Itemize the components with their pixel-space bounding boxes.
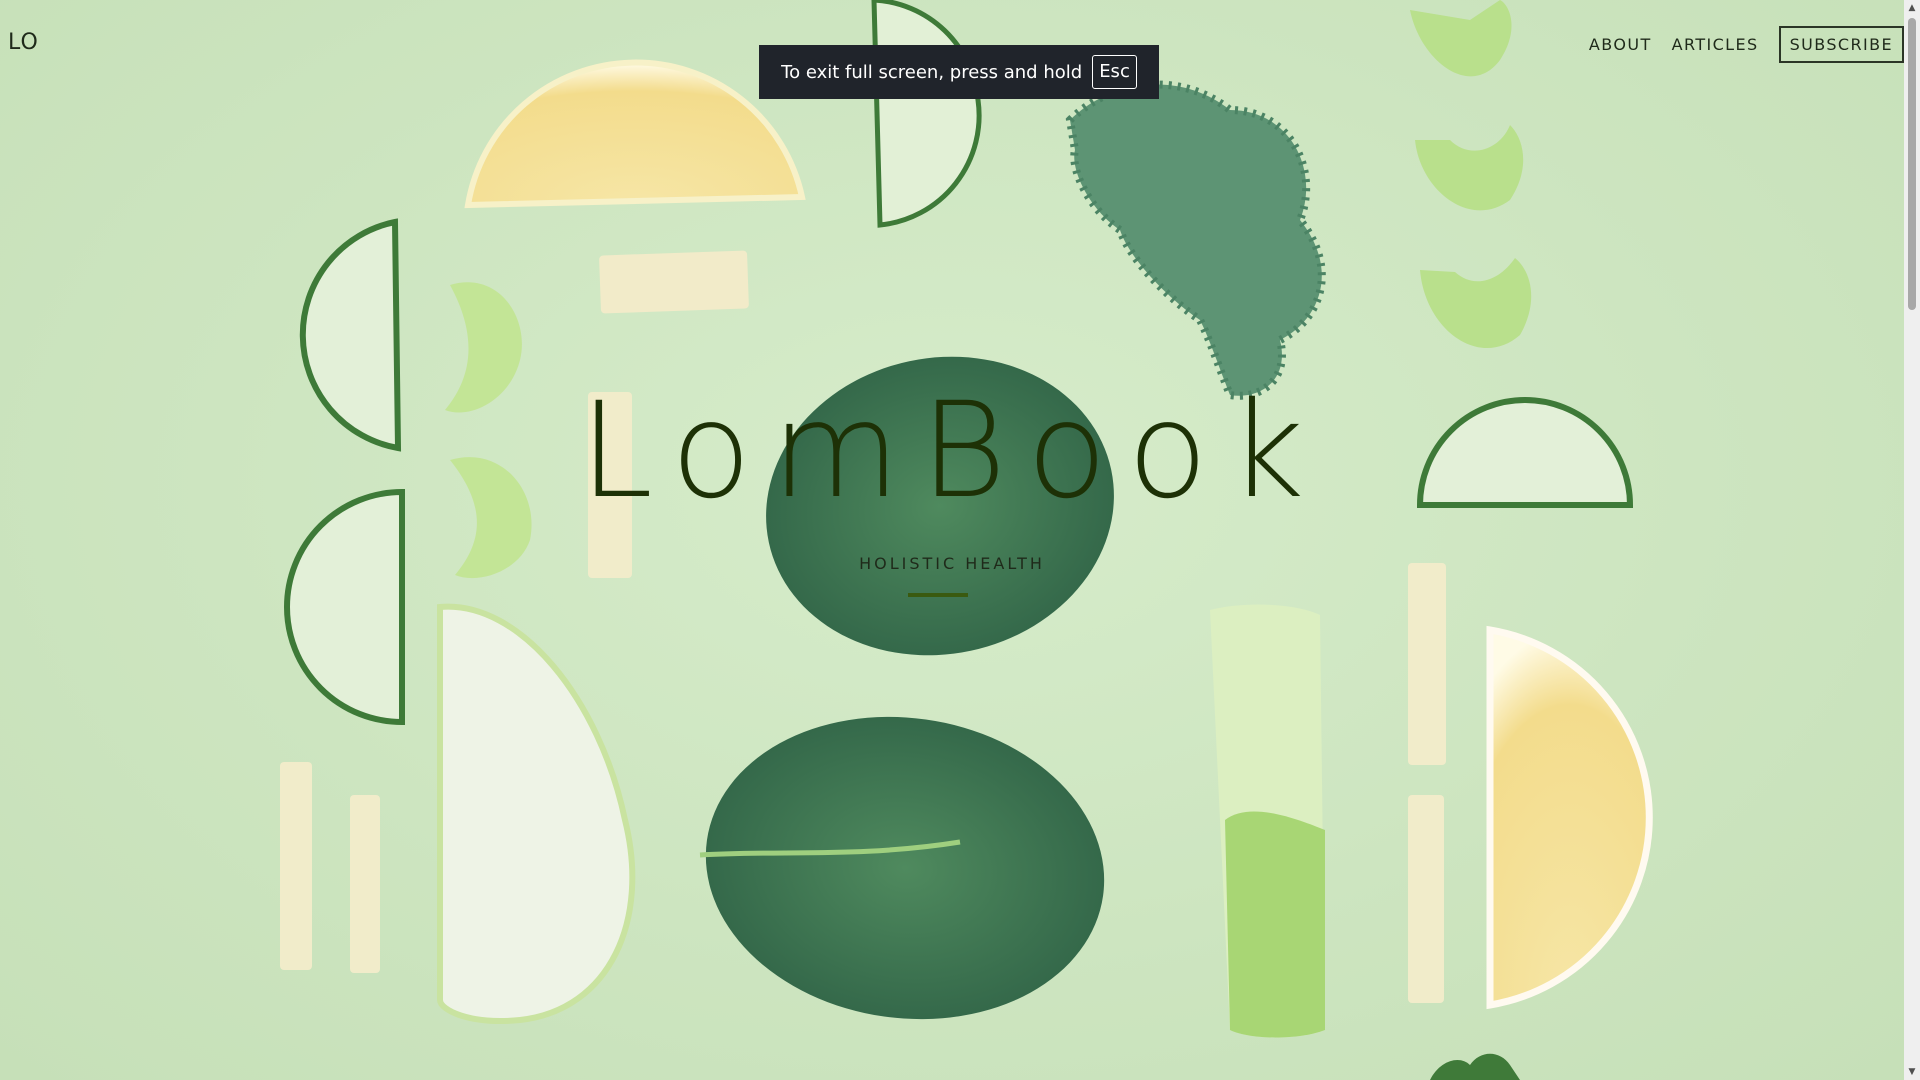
top-nav: ABOUT ARTICLES SUBSCRIBE <box>1589 26 1904 63</box>
hero-section <box>0 0 1904 1080</box>
title-underline-divider <box>908 593 968 597</box>
esc-key-badge: Esc <box>1092 55 1137 89</box>
chevron-up-icon[interactable]: ▲ <box>1904 0 1920 16</box>
nav-about[interactable]: ABOUT <box>1589 35 1652 54</box>
scrollbar-thumb[interactable] <box>1908 18 1916 310</box>
vertical-scrollbar[interactable]: ▲ ▼ <box>1904 0 1920 1080</box>
nav-articles[interactable]: ARTICLES <box>1672 35 1759 54</box>
brand-logo[interactable]: LO <box>8 30 39 55</box>
fullscreen-notice-message: To exit full screen, press and hold <box>781 61 1083 83</box>
fullscreen-notice: To exit full screen, press and hold Esc <box>759 45 1159 99</box>
chevron-down-icon[interactable]: ▼ <box>1904 1064 1920 1080</box>
site-subtitle: HOLISTIC HEALTH <box>859 554 1045 573</box>
site-title: LomBook <box>579 374 1325 528</box>
subscribe-button[interactable]: SUBSCRIBE <box>1778 26 1904 63</box>
hero-background-image <box>280 0 1653 1080</box>
